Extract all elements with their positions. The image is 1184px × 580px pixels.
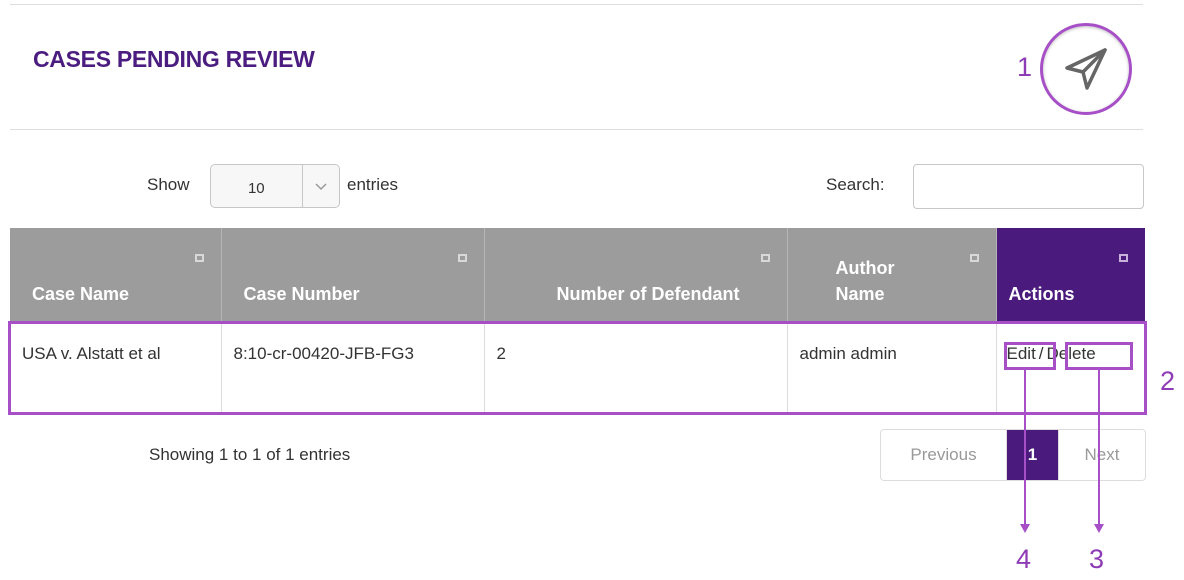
sort-icon — [194, 254, 204, 262]
cell-case-name: USA v. Alstatt et al — [10, 321, 222, 415]
edit-annotation-line — [1024, 369, 1026, 527]
page-title: CASES PENDING REVIEW — [33, 46, 315, 72]
column-header-case-number[interactable]: Case Number — [221, 228, 485, 321]
entries-value: 10 — [247, 179, 265, 197]
search-input[interactable] — [913, 164, 1144, 209]
pagination: Previous 1 Next — [880, 429, 1146, 481]
paper-plane-icon — [1065, 48, 1107, 90]
cell-author: admin admin — [787, 321, 997, 415]
sort-icon — [457, 254, 467, 262]
edit-highlight-annotation — [1004, 342, 1056, 370]
annotation-label-4: 4 — [1016, 544, 1032, 574]
next-button[interactable]: Next — [1059, 430, 1145, 480]
cases-table: Case Name Case Number Number of Defendan… — [10, 228, 1145, 415]
cell-defendants: 2 — [484, 321, 788, 415]
table-header-row: Case Name Case Number Number of Defendan… — [10, 228, 1145, 321]
table-row: USA v. Alstatt et al 8:10-cr-00420-JFB-F… — [10, 321, 1145, 415]
page-1-button[interactable]: 1 — [1007, 430, 1059, 480]
annotation-label-2: 2 — [1160, 366, 1176, 396]
cell-case-number: 8:10-cr-00420-JFB-FG3 — [221, 321, 485, 415]
column-header-case-name[interactable]: Case Name — [10, 228, 222, 321]
delete-highlight-annotation — [1065, 342, 1133, 370]
delete-annotation-line — [1098, 369, 1100, 527]
entries-select[interactable]: 10 — [210, 164, 340, 208]
sort-icon — [760, 254, 770, 262]
column-header-actions[interactable]: Actions — [996, 228, 1145, 321]
previous-button[interactable]: Previous — [881, 430, 1007, 480]
send-button[interactable] — [1040, 23, 1132, 115]
header-divider — [10, 129, 1143, 130]
sort-icon — [969, 254, 979, 262]
search-label: Search: — [826, 175, 885, 194]
show-label: Show — [147, 175, 190, 194]
annotation-label-1: 1 — [1017, 52, 1033, 82]
entries-label: entries — [347, 175, 399, 194]
delete-annotation-arrow — [1094, 524, 1104, 533]
annotation-label-3: 3 — [1089, 544, 1105, 574]
sort-icon — [1119, 254, 1128, 262]
edit-annotation-arrow — [1020, 524, 1030, 533]
column-header-number-of-defendant[interactable]: Number of Defendant — [484, 228, 788, 321]
column-header-author-name[interactable]: Author Name — [787, 228, 997, 321]
chevron-down-icon[interactable] — [301, 165, 339, 207]
top-divider — [10, 4, 1143, 5]
showing-info: Showing 1 to 1 of 1 entries — [149, 445, 351, 464]
